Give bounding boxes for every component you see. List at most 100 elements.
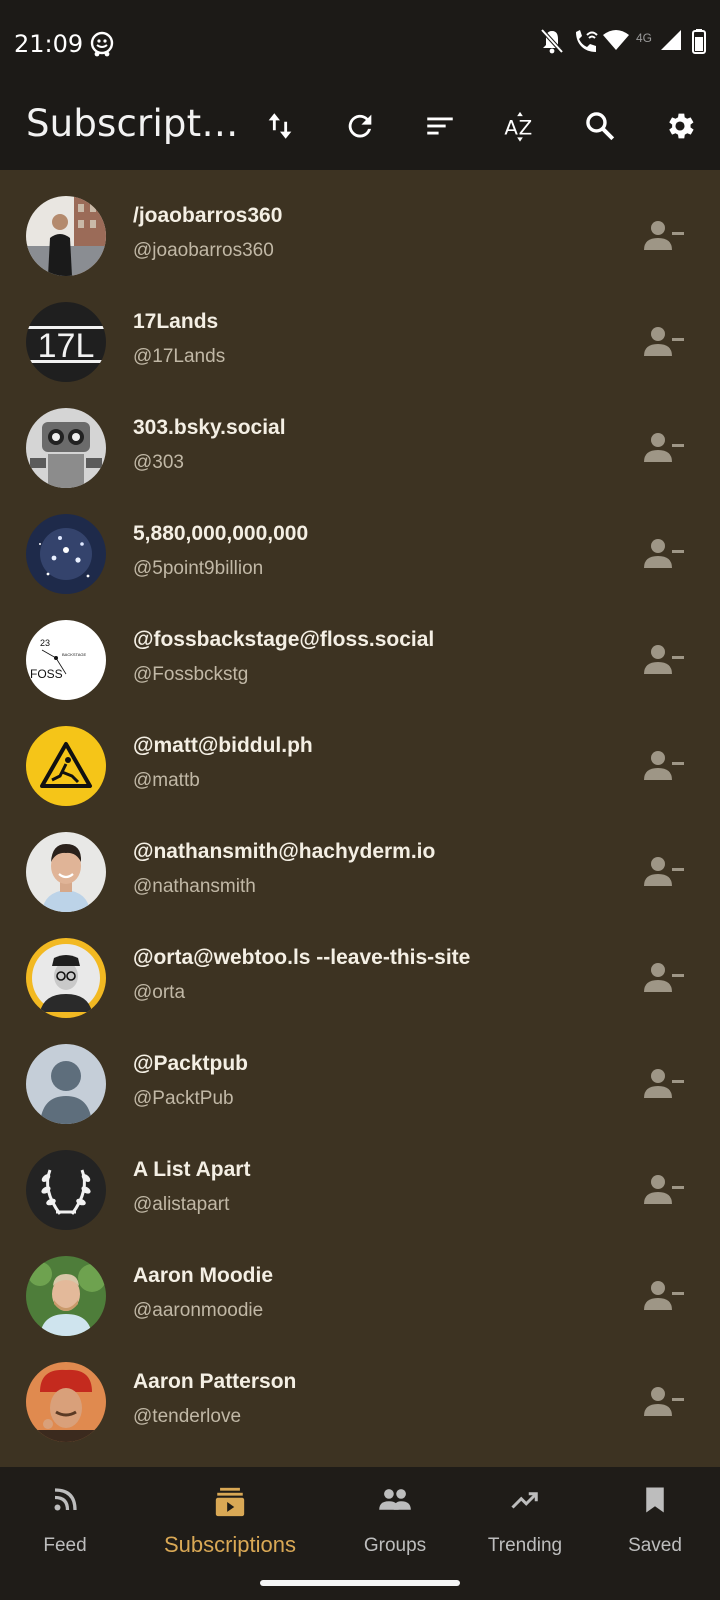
subscription-row[interactable]: 5,880,000,000,000 @5point9billion xyxy=(0,488,720,594)
channel-name: @matt@biddul.ph xyxy=(133,734,313,757)
filter-icon xyxy=(423,109,457,148)
channel-avatar[interactable] xyxy=(26,196,106,276)
unsubscribe-button[interactable] xyxy=(644,1384,684,1420)
search-button[interactable] xyxy=(576,104,624,152)
person-remove-icon xyxy=(644,645,684,674)
person-remove-icon xyxy=(644,221,684,250)
subscription-row[interactable]: 303.bsky.social @303 xyxy=(0,382,720,488)
unsubscribe-button[interactable] xyxy=(644,748,684,784)
unsubscribe-button[interactable] xyxy=(644,536,684,572)
subscriptions-icon xyxy=(213,1485,247,1524)
settings-button[interactable] xyxy=(656,104,704,152)
person-remove-icon xyxy=(644,539,684,568)
trending-up-icon xyxy=(508,1485,542,1520)
unsubscribe-button[interactable] xyxy=(644,960,684,996)
sort-az-button[interactable]: AZ xyxy=(496,104,544,152)
unsubscribe-button[interactable] xyxy=(644,1066,684,1102)
nav-groups-label: Groups xyxy=(363,1535,427,1556)
channel-handle: @mattb xyxy=(133,770,200,791)
channel-handle: @PacktPub xyxy=(133,1088,234,1109)
unsubscribe-button[interactable] xyxy=(644,218,684,254)
rss-feed-icon xyxy=(50,1485,80,1520)
subscription-row[interactable]: /joaobarros360 @joaobarros360 xyxy=(0,170,720,276)
settings-icon xyxy=(663,109,697,148)
sort-direction-button[interactable] xyxy=(256,104,304,152)
channel-name: @Packtpub xyxy=(133,1052,248,1075)
channel-name: Aaron Patterson xyxy=(133,1370,297,1393)
subscription-row[interactable]: 23 BACKSTAGE FOSS @fossbackstage@floss.s… xyxy=(0,594,720,700)
channel-avatar[interactable]: 23 BACKSTAGE FOSS xyxy=(26,620,106,700)
channel-name: @orta@webtoo.ls --leave-this-site xyxy=(133,946,471,969)
refresh-icon xyxy=(343,109,377,148)
person-remove-icon xyxy=(644,1387,684,1416)
channel-handle: @303 xyxy=(133,452,184,473)
subscription-row[interactable]: 17L 17Lands @17Lands xyxy=(0,276,720,382)
unsubscribe-button[interactable] xyxy=(644,324,684,360)
subscription-row[interactable]: @orta@webtoo.ls --leave-this-site @orta xyxy=(0,912,720,1018)
filter-button[interactable] xyxy=(416,104,464,152)
subscription-row[interactable]: A List Apart @alistapart xyxy=(0,1124,720,1230)
channel-avatar[interactable]: 17L xyxy=(26,302,106,382)
nav-subscriptions[interactable]: Subscriptions xyxy=(130,1467,330,1577)
nav-trending-label: Trending xyxy=(487,1535,563,1556)
unsubscribe-button[interactable] xyxy=(644,642,684,678)
person-remove-icon xyxy=(644,751,684,780)
signal-icon xyxy=(660,28,682,57)
channel-handle: @Fossbckstg xyxy=(133,664,249,685)
foss-logo-text: FOSS xyxy=(30,667,63,681)
svg-text:A: A xyxy=(504,116,518,139)
channel-name: Aaron Moodie xyxy=(133,1264,273,1287)
nav-trending[interactable]: Trending xyxy=(460,1467,590,1577)
unsubscribe-button[interactable] xyxy=(644,1172,684,1208)
person-remove-icon xyxy=(644,433,684,462)
nav-feed[interactable]: Feed xyxy=(0,1467,130,1577)
channel-name: 303.bsky.social xyxy=(133,416,286,439)
app-bar: Subscript… AZ xyxy=(0,86,720,170)
wifi-call-icon xyxy=(572,28,600,59)
channel-avatar[interactable] xyxy=(26,938,106,1018)
refresh-button[interactable] xyxy=(336,104,384,152)
channel-name: A List Apart xyxy=(133,1158,251,1181)
channel-avatar[interactable] xyxy=(26,514,106,594)
channel-avatar[interactable] xyxy=(26,1362,106,1442)
nav-groups[interactable]: Groups xyxy=(330,1467,460,1577)
channel-avatar[interactable] xyxy=(26,408,106,488)
channel-avatar[interactable] xyxy=(26,1256,106,1336)
nav-saved[interactable]: Saved xyxy=(590,1467,720,1577)
channel-avatar[interactable] xyxy=(26,832,106,912)
unsubscribe-button[interactable] xyxy=(644,1278,684,1314)
person-remove-icon xyxy=(644,963,684,992)
nav-saved-label: Saved xyxy=(628,1535,682,1556)
person-remove-icon xyxy=(644,327,684,356)
channel-handle: @alistapart xyxy=(133,1194,230,1215)
groups-icon xyxy=(378,1485,412,1520)
sort-az-icon: AZ xyxy=(503,109,537,148)
person-remove-icon xyxy=(644,1069,684,1098)
subscription-row[interactable]: @nathansmith@hachyderm.io @nathansmith xyxy=(0,806,720,912)
network-type-label: 4G xyxy=(636,31,653,45)
status-time: 21:09 xyxy=(14,30,84,58)
subscription-row[interactable]: @matt@biddul.ph @mattb xyxy=(0,700,720,806)
foss-logo-small: BACKSTAGE xyxy=(62,652,86,657)
home-indicator[interactable] xyxy=(260,1580,460,1586)
search-icon xyxy=(583,109,617,148)
subscription-row[interactable]: Aaron Moodie @aaronmoodie xyxy=(0,1230,720,1336)
channel-name: 17Lands xyxy=(133,310,219,333)
channel-handle: @17Lands xyxy=(133,346,226,367)
subscription-row[interactable]: @Packtpub @PacktPub xyxy=(0,1018,720,1124)
page-title: Subscript… xyxy=(26,102,239,145)
unsubscribe-button[interactable] xyxy=(644,854,684,890)
person-remove-icon xyxy=(644,1281,684,1310)
lands-logo-text: 17L xyxy=(38,327,95,365)
channel-name: @nathansmith@hachyderm.io xyxy=(133,840,436,863)
channel-avatar[interactable] xyxy=(26,726,106,806)
nav-feed-label: Feed xyxy=(43,1535,87,1556)
subscription-row[interactable]: Aaron Patterson @tenderlove xyxy=(0,1336,720,1442)
channel-avatar[interactable] xyxy=(26,1150,106,1230)
wifi-icon xyxy=(602,28,630,57)
channel-handle: @joaobarros360 xyxy=(133,240,274,261)
status-bar: 21:09 4G xyxy=(0,0,720,86)
waze-icon xyxy=(88,30,116,63)
unsubscribe-button[interactable] xyxy=(644,430,684,466)
channel-avatar[interactable] xyxy=(26,1044,106,1124)
